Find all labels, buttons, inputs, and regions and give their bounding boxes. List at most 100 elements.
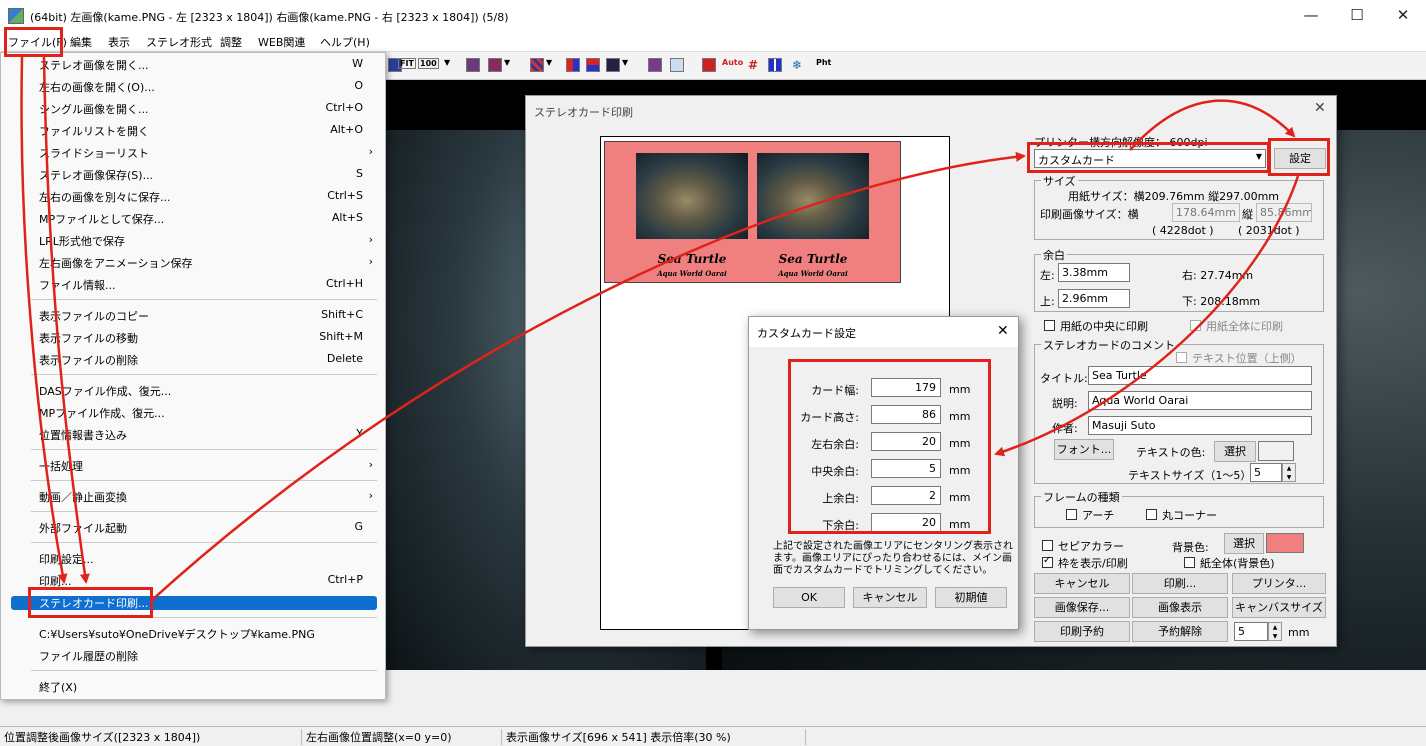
split-icon[interactable] <box>606 58 620 72</box>
submenu-arrow-icon: › <box>368 458 373 471</box>
bg-color-select-button[interactable]: 選択 <box>1224 533 1264 554</box>
printer-button[interactable]: プリンタ... <box>1232 573 1326 594</box>
ok-button[interactable]: OK <box>773 587 845 608</box>
menu-print-settings[interactable]: 印刷設定... <box>39 551 94 567</box>
settings-button[interactable]: 設定 <box>1274 148 1326 169</box>
font-button[interactable]: フォント... <box>1054 439 1114 460</box>
menu-das-file[interactable]: DASファイル作成、復元... <box>39 383 171 399</box>
arch-label: アーチ <box>1082 509 1115 522</box>
round-corner-label: 丸コーナー <box>1162 509 1217 522</box>
text-color-select-button[interactable]: 選択 <box>1214 441 1256 462</box>
menu-file[interactable]: ファイル(F) <box>8 34 67 50</box>
close-icon[interactable]: ✕ <box>997 323 1009 339</box>
print-button[interactable]: 印刷... <box>1132 573 1228 594</box>
interlace-icon[interactable] <box>648 58 662 72</box>
menu-delete-file[interactable]: 表示ファイルの削除 <box>39 352 138 368</box>
menu-slideshow-list[interactable]: スライドショーリスト <box>39 145 149 161</box>
top-margin-field[interactable]: 2 <box>871 486 941 505</box>
close-icon[interactable]: ✕ <box>1314 100 1326 116</box>
menu-print[interactable]: 印刷... <box>39 573 72 589</box>
split-dropdown-icon[interactable]: ▼ <box>622 58 628 67</box>
menu-adjust[interactable]: 調整 <box>220 34 242 50</box>
fit-button[interactable]: FIT <box>398 58 416 69</box>
anaglyph-icon[interactable] <box>466 58 480 72</box>
menu-exit[interactable]: 終了(X) <box>39 679 77 695</box>
lr-margin-field[interactable]: 20 <box>871 432 941 451</box>
card-height-field[interactable]: 86 <box>871 405 941 424</box>
reset-button[interactable]: 初期値 <box>935 587 1007 608</box>
zoom-dropdown-icon[interactable]: ▼ <box>444 58 450 67</box>
menu-edit[interactable]: 編集 <box>70 34 92 50</box>
glasses-icon[interactable] <box>670 58 684 72</box>
gap-spinner-icon[interactable]: ▲ ▼ <box>1268 622 1282 641</box>
zoom-button[interactable]: 100 <box>418 58 439 69</box>
text-size-field[interactable]: 5 <box>1250 463 1282 482</box>
menu-save-separate[interactable]: 左右の画像を別々に保存... <box>39 189 171 205</box>
menu-video-convert[interactable]: 動画／静止画変換 <box>39 489 127 505</box>
bottom-margin-field[interactable]: 20 <box>871 513 941 532</box>
custom-cancel-button[interactable]: キャンセル <box>853 587 927 608</box>
paper-select[interactable]: カスタムカード ▼ <box>1034 149 1266 168</box>
grid-icon[interactable]: # <box>748 58 758 72</box>
center-print-checkbox[interactable] <box>1044 320 1055 331</box>
menu-save-mp[interactable]: MPファイルとして保存... <box>39 211 164 227</box>
cancel-button[interactable]: キャンセル <box>1034 573 1130 594</box>
menu-external-launch[interactable]: 外部ファイル起動 <box>39 520 127 536</box>
card-width-field[interactable]: 179 <box>871 378 941 397</box>
menu-mp-file[interactable]: MPファイル作成、復元... <box>39 405 165 421</box>
pause-icon[interactable] <box>768 58 782 72</box>
maximize-button[interactable]: ☐ <box>1334 0 1380 32</box>
checker-dropdown-icon[interactable]: ▼ <box>546 58 552 67</box>
menu-save-animation[interactable]: 左右画像をアニメーション保存 <box>39 255 193 271</box>
center-margin-field[interactable]: 5 <box>871 459 941 478</box>
auto-button[interactable]: Auto <box>722 58 743 67</box>
margin-left-field[interactable]: 3.38mm <box>1058 263 1130 282</box>
color-dropdown-icon[interactable]: ▼ <box>504 58 510 67</box>
sepia-checkbox[interactable] <box>1042 540 1053 551</box>
minimize-button[interactable]: — <box>1288 0 1334 32</box>
round-corner-checkbox[interactable] <box>1146 509 1157 520</box>
menu-stereo-format[interactable]: ステレオ形式 <box>146 34 212 50</box>
description-field[interactable]: Aqua World Oarai <box>1088 391 1312 410</box>
close-window-button[interactable]: ✕ <box>1380 0 1426 32</box>
bg-color-label: 背景色: <box>1172 541 1209 554</box>
menu-stereo-card-print[interactable]: ステレオカード印刷... <box>39 595 149 611</box>
text-size-spinner-icon[interactable]: ▲ ▼ <box>1282 463 1296 482</box>
margin-top-field[interactable]: 2.96mm <box>1058 289 1130 308</box>
gap-field[interactable]: 5 <box>1234 622 1268 641</box>
checker-icon[interactable] <box>530 58 544 72</box>
menu-open-list[interactable]: ファイルリストを開く <box>39 123 149 139</box>
menu-view[interactable]: 表示 <box>108 34 130 50</box>
snowflake-icon[interactable]: ❄ <box>792 58 802 72</box>
paper-bg-checkbox[interactable] <box>1184 557 1195 568</box>
title-field[interactable]: Sea Turtle <box>1088 366 1312 385</box>
canvas-size-button[interactable]: キャンバスサイズ <box>1232 597 1326 618</box>
color-mode-icon[interactable] <box>488 58 502 72</box>
menu-help[interactable]: ヘルプ(H) <box>320 34 370 50</box>
over-under-icon[interactable] <box>586 58 600 72</box>
menu-clear-history[interactable]: ファイル履歴の削除 <box>39 648 138 664</box>
menu-move-file[interactable]: 表示ファイルの移動 <box>39 330 138 346</box>
arch-checkbox[interactable] <box>1066 509 1077 520</box>
reserve-print-button[interactable]: 印刷予約 <box>1034 621 1130 642</box>
pht-button[interactable]: Pht <box>816 58 831 67</box>
menu-web[interactable]: WEB関連 <box>258 34 305 50</box>
menu-copy-file[interactable]: 表示ファイルのコピー <box>39 308 149 324</box>
menu-open-lr[interactable]: 左右の画像を開く(O)... <box>39 79 155 95</box>
show-image-button[interactable]: 画像表示 <box>1132 597 1228 618</box>
side-by-side-icon[interactable] <box>566 58 580 72</box>
menu-open-single[interactable]: シングル画像を開く... <box>39 101 149 117</box>
cancel-reservation-button[interactable]: 予約解除 <box>1132 621 1228 642</box>
menu-save-stereo[interactable]: ステレオ画像保存(S)... <box>39 167 153 183</box>
save-image-button[interactable]: 画像保存... <box>1034 597 1130 618</box>
menu-separator <box>31 670 377 671</box>
menu-batch[interactable]: 一括処理 <box>39 458 83 474</box>
align-icon[interactable] <box>702 58 716 72</box>
menu-save-lrl[interactable]: LRL形式他で保存 <box>39 233 125 249</box>
menu-file-info[interactable]: ファイル情報... <box>39 277 116 293</box>
menu-write-location[interactable]: 位置情報書き込み <box>39 427 127 443</box>
author-field[interactable]: Masuji Suto <box>1088 416 1312 435</box>
menu-recent-file[interactable]: C:¥Users¥suto¥OneDrive¥デスクトップ¥kame.PNG <box>39 626 315 642</box>
frame-show-checkbox[interactable]: ✓ <box>1042 555 1053 568</box>
menu-open-stereo[interactable]: ステレオ画像を開く... <box>39 57 149 73</box>
